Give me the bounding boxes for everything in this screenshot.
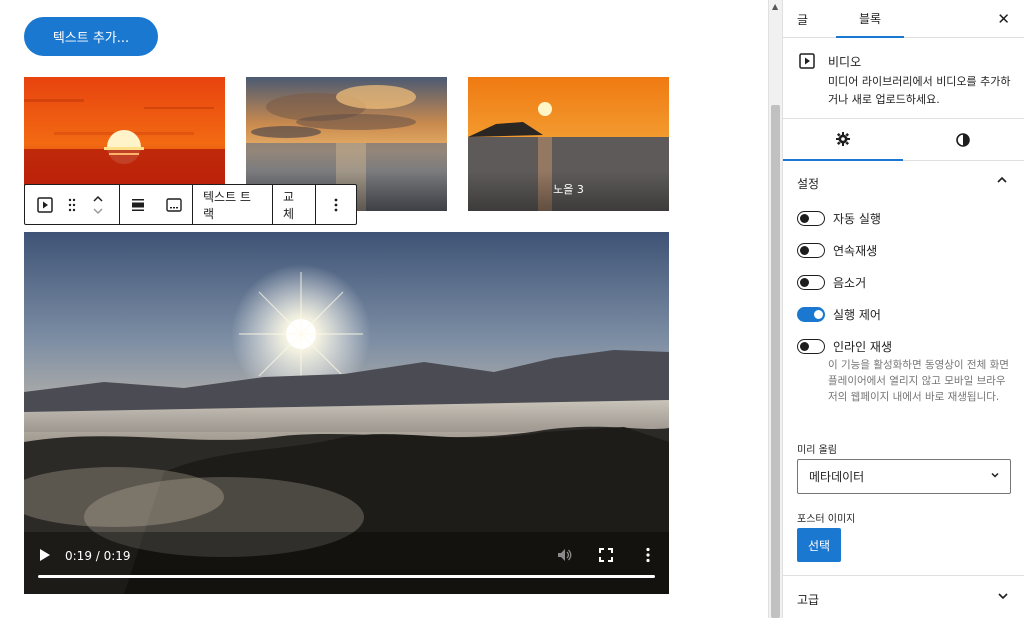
toggle-autoplay[interactable]: 자동 실행	[797, 210, 881, 227]
advanced-panel-title: 고급	[797, 593, 820, 607]
toggle-muted[interactable]: 음소거	[797, 274, 866, 291]
chevron-up-icon	[997, 176, 1007, 183]
volume-icon[interactable]	[557, 548, 573, 562]
toggle-label: 실행 제어	[833, 308, 881, 322]
settings-panel-header[interactable]: 설정	[783, 161, 1024, 201]
scroll-thumb[interactable]	[771, 105, 780, 618]
settings-sidebar: 글 블록 ✕ 비디오 미디어 라이브러리에서 비디오를 추가하거나 새로 업로드…	[782, 0, 1024, 618]
inspector-tabs	[783, 119, 1024, 161]
toggle-label: 음소거	[833, 276, 867, 290]
text-tracks-button[interactable]: 텍스트 트랙	[193, 185, 272, 224]
toolbar-group-align	[120, 185, 193, 224]
drag-handle[interactable]	[65, 185, 79, 224]
video-player[interactable]: 0:19 / 0:19	[24, 232, 669, 594]
toggle-playsinline[interactable]: 인라인 재생	[797, 338, 892, 355]
video-time: 0:19 / 0:19	[65, 549, 131, 563]
toggle-switch[interactable]	[797, 243, 825, 258]
drag-handle-icon	[68, 198, 76, 211]
gear-icon	[836, 132, 850, 146]
options-button[interactable]	[316, 185, 356, 224]
block-card: 비디오 미디어 라이브러리에서 비디오를 추가하거나 새로 업로드하세요.	[783, 38, 1024, 119]
video-controls: 0:19 / 0:19	[24, 534, 669, 594]
preload-label: 미리 올림	[797, 445, 837, 456]
move-up-icon[interactable]	[92, 195, 104, 203]
play-icon[interactable]	[38, 548, 52, 562]
scroll-up-arrow-icon[interactable]: ▲	[772, 2, 778, 11]
tab-post[interactable]: 글	[797, 0, 808, 38]
toolbar-group-replace: 교체	[273, 185, 316, 224]
block-type-button[interactable]	[25, 185, 65, 224]
block-card-title: 비디오	[828, 55, 862, 69]
select-poster-button[interactable]: 선택	[797, 528, 841, 562]
fullscreen-icon[interactable]	[599, 548, 613, 562]
editor-canvas: 텍스트 추가... 노을 3 텍스트 트랙 교체 0:19 / 0:19	[0, 0, 768, 618]
video-more-icon[interactable]	[641, 547, 655, 563]
chevron-down-icon	[998, 593, 1008, 600]
gallery-caption-3: 노을 3	[468, 171, 669, 211]
editor-scrollbar[interactable]: ▲	[768, 0, 782, 618]
playsinline-help-text: 이 기능을 활성화하면 동영상이 전체 화면 플레이어에서 열리지 않고 모바일…	[828, 359, 1009, 403]
advanced-panel-header[interactable]: 고급	[783, 575, 1024, 618]
toggle-label: 인라인 재생	[833, 340, 893, 354]
caption-icon	[166, 197, 182, 212]
sidebar-tabs: 글 블록 ✕	[783, 0, 1024, 38]
move-buttons	[85, 185, 111, 224]
more-vertical-icon	[334, 198, 338, 211]
toggle-loop[interactable]: 연속재생	[797, 242, 877, 259]
toolbar-group-block	[25, 185, 120, 224]
replace-button[interactable]: 교체	[273, 185, 315, 224]
tab-settings[interactable]	[783, 119, 903, 161]
tab-block[interactable]: 블록	[836, 0, 904, 38]
poster-image-label: 포스터 이미지	[797, 514, 856, 525]
chevron-down-icon	[991, 472, 999, 478]
toggle-label: 자동 실행	[833, 212, 881, 226]
toggle-controls[interactable]: 실행 제어	[797, 306, 881, 323]
toggle-switch[interactable]	[797, 307, 825, 322]
align-button[interactable]	[120, 185, 156, 224]
gallery-image-3[interactable]: 노을 3	[468, 77, 669, 211]
toolbar-group-options	[316, 185, 356, 224]
settings-panel-title: 설정	[797, 177, 820, 191]
add-text-button[interactable]: 텍스트 추가...	[24, 17, 158, 56]
toggle-switch[interactable]	[797, 275, 825, 290]
align-wide-icon	[132, 198, 144, 211]
preload-select-value: 메타데이터	[809, 470, 865, 484]
toggle-label: 연속재생	[833, 244, 878, 258]
toggle-switch[interactable]	[797, 339, 825, 354]
video-icon	[799, 53, 815, 69]
move-down-icon[interactable]	[92, 207, 104, 215]
block-card-description: 미디어 라이브러리에서 비디오를 추가하거나 새로 업로드하세요.	[828, 75, 1011, 106]
preload-select[interactable]: 메타데이터	[797, 459, 1011, 494]
contrast-icon	[956, 133, 970, 147]
toggle-switch[interactable]	[797, 211, 825, 226]
caption-button[interactable]	[156, 185, 192, 224]
block-toolbar: 텍스트 트랙 교체	[24, 184, 357, 225]
close-icon[interactable]: ✕	[997, 10, 1010, 28]
video-block-icon	[37, 196, 53, 213]
tab-styles[interactable]	[903, 119, 1023, 161]
toolbar-group-tracks: 텍스트 트랙	[193, 185, 273, 224]
video-progress-bar[interactable]	[38, 575, 655, 578]
